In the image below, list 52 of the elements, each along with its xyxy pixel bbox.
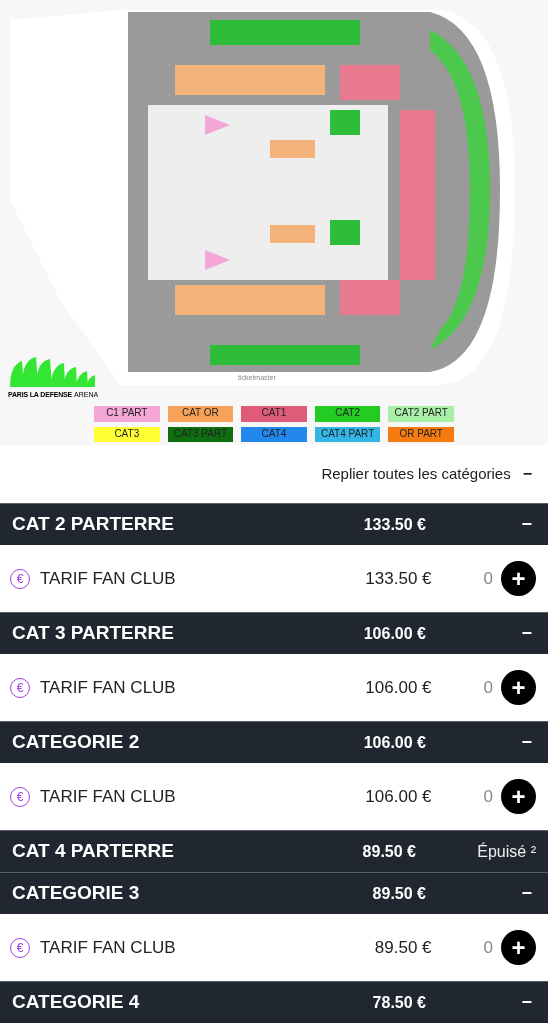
- category-header[interactable]: CAT 3 PARTERRE 106.00 € −: [0, 612, 548, 654]
- collapse-icon[interactable]: −: [466, 511, 536, 538]
- category-name: CAT 2 PARTERRE: [12, 512, 175, 537]
- category-header[interactable]: CAT 4 PARTERRE 89.50 € Épuisé ²: [0, 830, 548, 872]
- quantity-value: 0: [483, 785, 493, 808]
- category-price: 106.00 €: [362, 623, 426, 644]
- add-button[interactable]: +: [501, 670, 536, 705]
- add-button[interactable]: +: [501, 561, 536, 596]
- category-header[interactable]: CATEGORIE 4 78.50 € −: [0, 981, 548, 1023]
- legend-tag: CAT OR: [167, 406, 234, 422]
- category-header[interactable]: CATEGORIE 3 89.50 € −: [0, 872, 548, 914]
- category-name: CATEGORIE 2: [12, 730, 141, 755]
- tariff-price: 133.50 €: [364, 567, 432, 590]
- category-price: 133.50 €: [362, 514, 426, 535]
- category-price: 89.50 €: [361, 841, 416, 862]
- legend-tag: CAT3: [94, 426, 160, 442]
- add-button[interactable]: +: [501, 930, 536, 965]
- legend-tag: CAT4: [241, 426, 307, 442]
- category-price: 106.00 €: [362, 732, 426, 753]
- collapse-icon[interactable]: −: [466, 729, 536, 756]
- category-name: CAT 3 PARTERRE: [12, 621, 175, 646]
- category-name: CAT 4 PARTERRE: [12, 839, 175, 864]
- quantity-value: 0: [483, 676, 493, 699]
- legend-tag: CAT2 PART: [388, 406, 454, 422]
- category-name: CATEGORIE 3: [12, 881, 141, 906]
- quantity-value: 0: [483, 936, 493, 959]
- quantity-value: 0: [483, 567, 493, 590]
- tariff-price: 106.00 €: [364, 785, 432, 808]
- category-name: CATEGORIE 4: [12, 990, 141, 1015]
- category-price: 89.50 €: [371, 883, 426, 904]
- category-header[interactable]: CAT 2 PARTERRE 133.50 € −: [0, 503, 548, 545]
- legend-tag: CAT2: [314, 406, 381, 422]
- legend-tag: CAT4 PART: [314, 426, 381, 442]
- tariff-name: TARIF FAN CLUB: [40, 785, 177, 808]
- tariff-price: 89.50 €: [373, 936, 432, 959]
- legend-tag: C1 PART: [94, 406, 160, 422]
- category-header[interactable]: CATEGORIE 2 106.00 € −: [0, 721, 548, 763]
- add-button[interactable]: +: [501, 779, 536, 814]
- legend-tag: CAT3 PART: [167, 426, 234, 442]
- collapse-icon[interactable]: −: [466, 620, 536, 647]
- legend-tag: CAT1: [241, 406, 307, 422]
- tariff-name: TARIF FAN CLUB: [40, 936, 177, 959]
- tariff-name: TARIF FAN CLUB: [40, 676, 177, 699]
- collapse-all-button[interactable]: Replier toutes les catégories −: [0, 445, 548, 503]
- arena-logo-icon: [8, 357, 96, 387]
- sold-out-label: Épuisé ²: [476, 841, 536, 862]
- collapse-icon[interactable]: −: [466, 989, 536, 1016]
- category-price: 78.50 €: [371, 992, 426, 1013]
- collapse-icon[interactable]: −: [466, 880, 536, 907]
- tariff-name: TARIF FAN CLUB: [40, 567, 177, 590]
- tariff-price: 106.00 €: [364, 676, 432, 699]
- legend-tag: OR PART: [388, 426, 454, 442]
